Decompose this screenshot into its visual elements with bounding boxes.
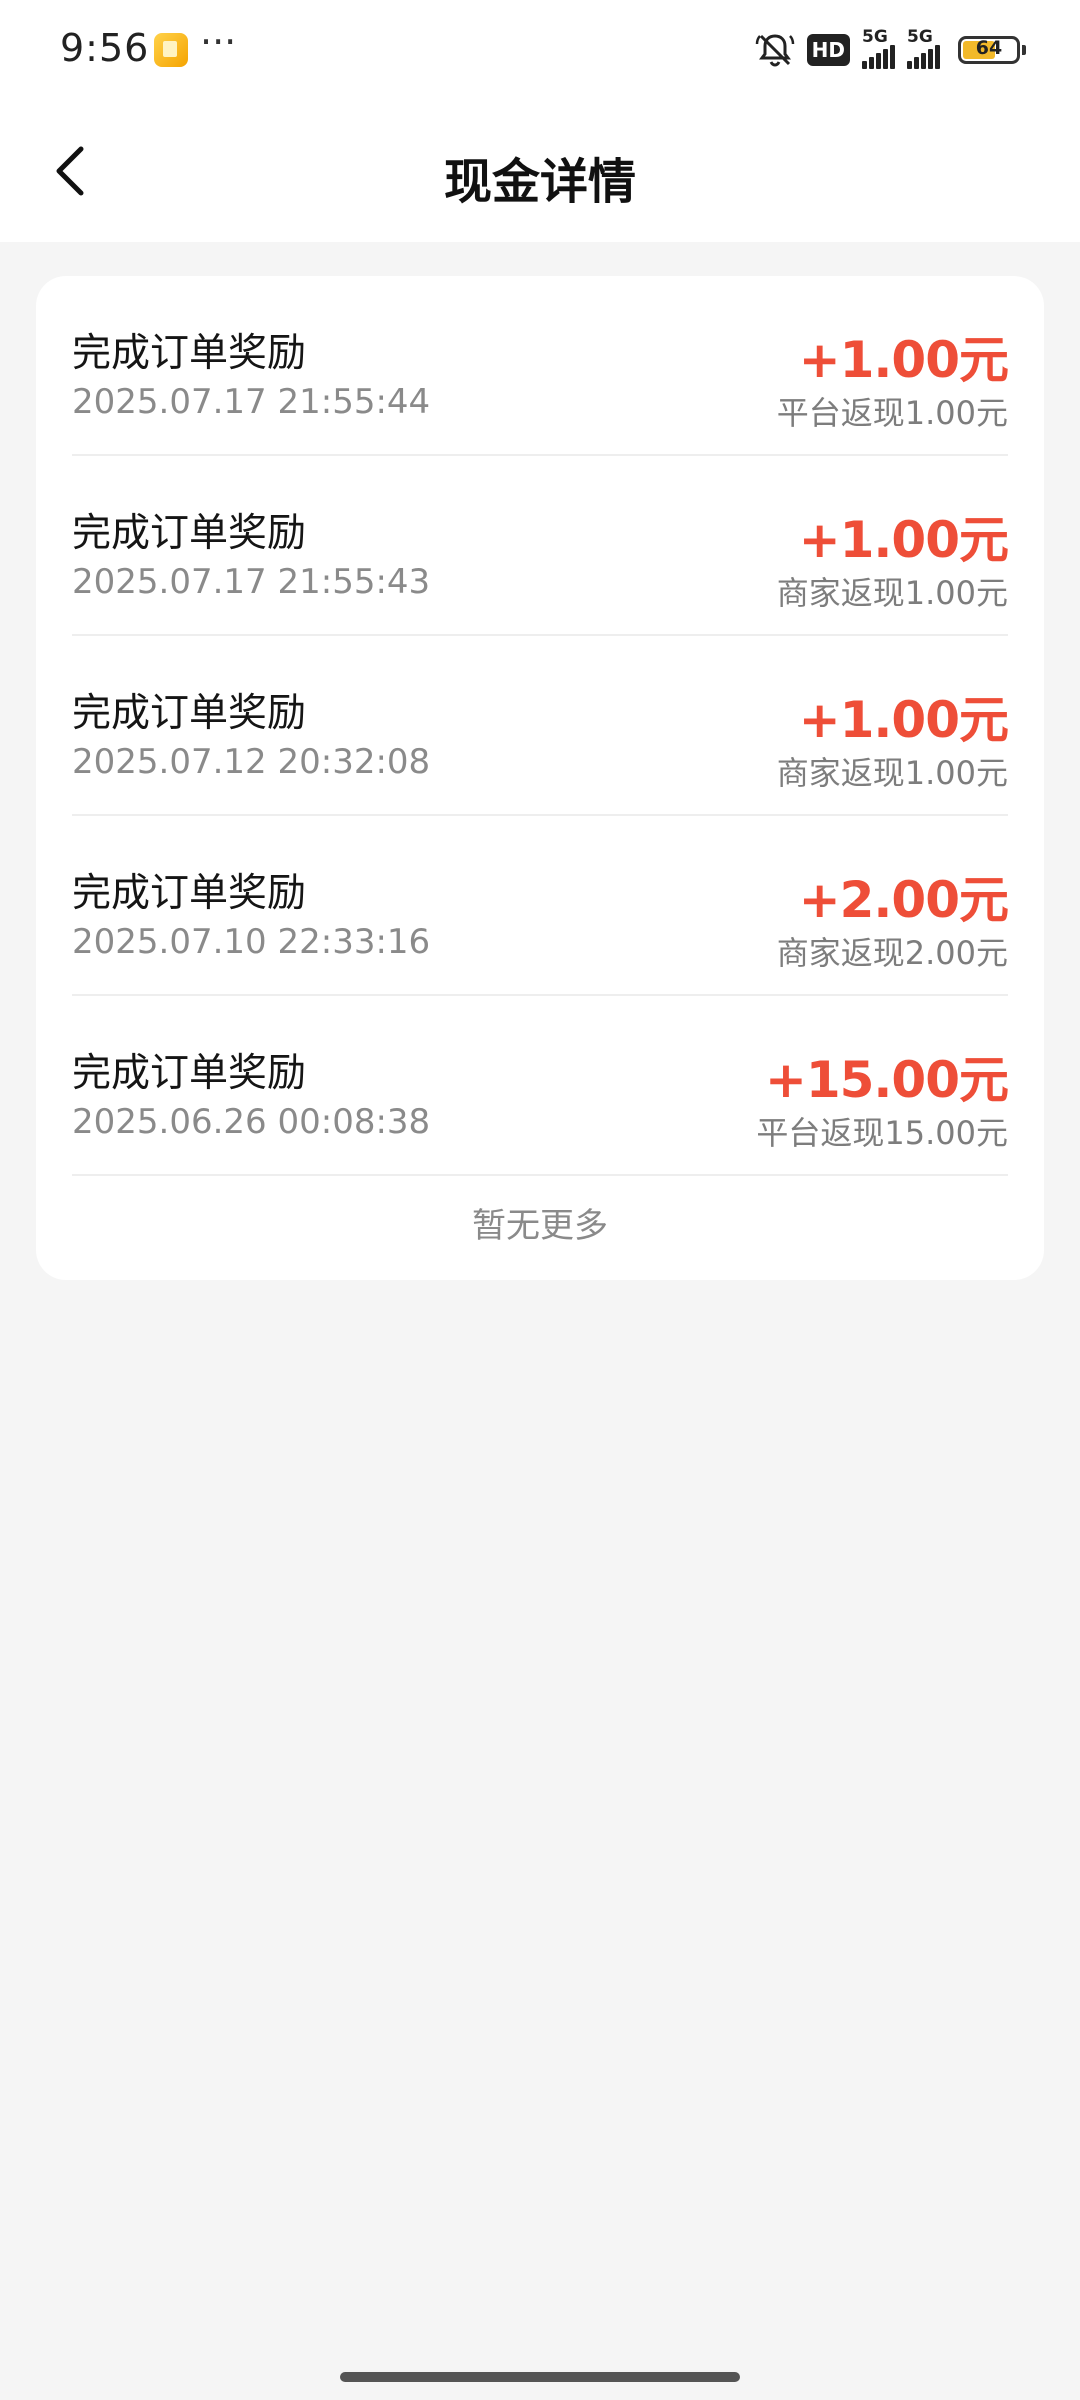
home-indicator[interactable] [340,2372,740,2382]
record-row[interactable]: 完成订单奖励 2025.06.26 00:08:38 +15.00元 平台返现1… [72,996,1009,1176]
notes-app-icon [154,33,188,67]
record-time: 2025.07.17 21:55:43 [72,562,431,602]
network-type-label: 5G [862,27,888,47]
record-amount: +2.00元 [798,871,1009,929]
record-amount: +1.00元 [798,511,1009,569]
record-note: 商家返现2.00元 [776,934,1008,972]
cash-detail-card: 完成订单奖励 2025.07.17 21:55:44 +1.00元 平台返现1.… [36,276,1044,1280]
record-time: 2025.07.12 20:32:08 [72,742,431,782]
record-note: 商家返现1.00元 [776,754,1008,792]
record-time: 2025.06.26 00:08:38 [72,1102,431,1142]
hd-voice-icon: HD [806,34,850,66]
record-note: 平台返现15.00元 [756,1114,1008,1152]
no-more-label: 暂无更多 [472,1206,608,1246]
network-type-label-2: 5G [907,27,933,47]
status-time: 9:56 [60,26,150,70]
record-amount: +1.00元 [798,331,1009,389]
record-title: 完成订单奖励 [72,691,307,736]
more-notifications-icon: ··· [200,20,237,64]
record-row[interactable]: 完成订单奖励 2025.07.17 21:55:43 +1.00元 商家返现1.… [72,456,1009,636]
record-note: 商家返现1.00元 [776,574,1008,612]
record-time: 2025.07.17 21:55:44 [72,382,431,422]
mute-icon [755,30,795,70]
record-amount: +15.00元 [764,1051,1009,1109]
status-bar: 9:56 ··· HD 5G 5G 64 [0,0,1080,100]
record-title: 完成订单奖励 [72,1051,307,1096]
record-title: 完成订单奖励 [72,511,307,556]
signal-icon: 5G [862,27,895,69]
battery-level: 64 [975,37,1003,59]
signal-icon-2: 5G [907,27,940,69]
record-note: 平台返现1.00元 [776,394,1008,432]
status-icons: HD 5G 5G 64 [755,27,1026,72]
record-row[interactable]: 完成订单奖励 2025.07.17 21:55:44 +1.00元 平台返现1.… [72,276,1009,456]
record-title: 完成订单奖励 [72,871,307,916]
nav-bar: 现金详情 [0,100,1080,242]
record-row[interactable]: 完成订单奖励 2025.07.10 22:33:16 +2.00元 商家返现2.… [72,816,1009,996]
record-time: 2025.07.10 22:33:16 [72,922,431,962]
record-amount: +1.00元 [798,691,1009,749]
battery-icon: 64 [958,36,1026,64]
record-title: 完成订单奖励 [72,331,307,376]
page-title: 现金详情 [443,154,636,210]
record-row[interactable]: 完成订单奖励 2025.07.12 20:32:08 +1.00元 商家返现1.… [72,636,1009,816]
